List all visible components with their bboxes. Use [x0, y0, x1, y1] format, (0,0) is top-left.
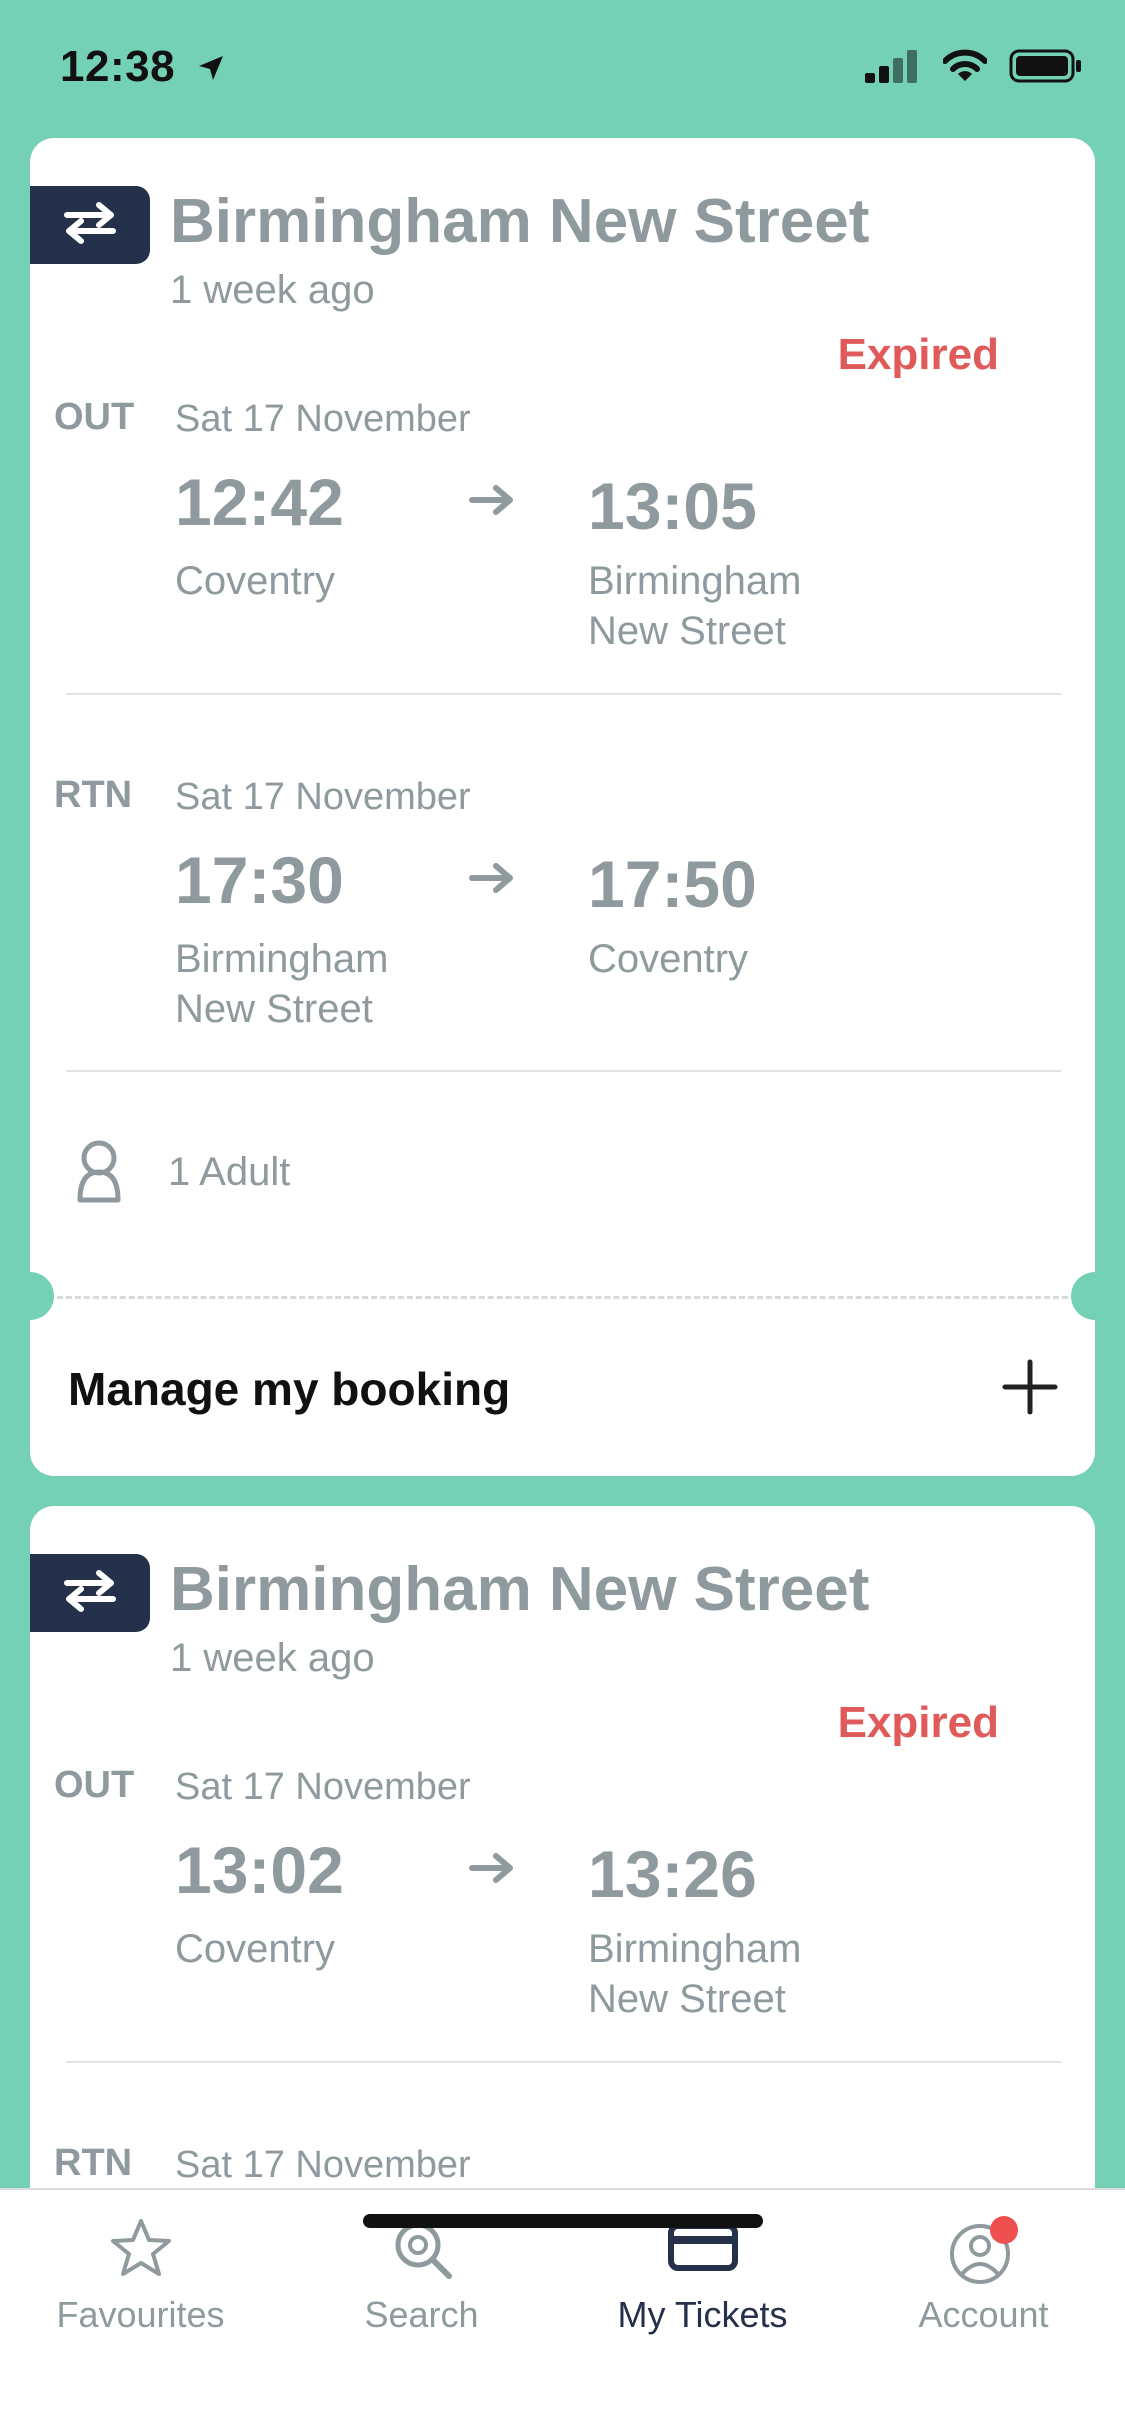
divider	[66, 2061, 1061, 2063]
arrival-time: 17:50	[588, 847, 757, 921]
leg-date: Sat 17 November	[175, 398, 471, 440]
ticket-destination: Birmingham New Street	[170, 187, 870, 256]
arrival-station: Birmingham New Street	[588, 559, 802, 653]
journey-leg-out: OUT Sat 17 November 12:42 13:05 Coventry…	[30, 396, 1095, 696]
leg-label: OUT	[54, 1764, 135, 1806]
tab-label: Favourites	[56, 2294, 225, 2335]
divider	[66, 1070, 1061, 1072]
leg-label: RTN	[54, 2142, 133, 2184]
leg-label: OUT	[54, 396, 135, 438]
notification-badge	[989, 2216, 1018, 2244]
home-indicator	[363, 2214, 763, 2228]
ticket-age: 1 week ago	[170, 1636, 375, 1680]
tab-account[interactable]: Account	[843, 2190, 1124, 2360]
manage-booking-button[interactable]: Manage my booking	[30, 1300, 1095, 1476]
arrival-time: 13:05	[588, 469, 757, 543]
location-arrow-icon	[196, 44, 226, 94]
arrival-station: Birmingham New Street	[588, 1927, 802, 2021]
ticket-age: 1 week ago	[170, 268, 375, 312]
leg-label: RTN	[54, 774, 133, 816]
ticket-card[interactable]: Birmingham New Street 1 week ago Expired…	[30, 1506, 1095, 2188]
manage-booking-label: Manage my booking	[68, 1363, 511, 1415]
arrow-right-icon	[468, 860, 516, 901]
journey-leg-return: RTN Sat 17 November	[30, 2142, 1095, 2188]
status-icons	[865, 48, 1083, 89]
battery-icon	[1009, 48, 1083, 89]
arrival-station: Coventry	[588, 937, 749, 981]
ticket-destination: Birmingham New Street	[170, 1555, 870, 1624]
arrow-right-icon	[468, 482, 516, 523]
clock: 12:38	[60, 42, 176, 91]
return-ticket-tag	[30, 186, 150, 264]
passenger-count: 1 Adult	[168, 1150, 291, 1194]
swap-arrows-icon	[61, 201, 119, 250]
tab-label: Search	[364, 2294, 479, 2335]
wifi-icon	[942, 49, 988, 88]
plus-icon[interactable]	[1001, 1358, 1059, 1421]
ticket-card[interactable]: Birmingham New Street 1 week ago Expired…	[30, 138, 1095, 1476]
leg-date: Sat 17 November	[175, 1766, 471, 1808]
leg-date: Sat 17 November	[175, 776, 471, 818]
account-icon	[948, 2216, 1020, 2293]
departure-time: 17:30	[175, 843, 344, 917]
tab-label: My Tickets	[617, 2294, 788, 2335]
departure-time: 13:02	[175, 1833, 344, 1907]
cellular-signal-icon	[865, 49, 921, 88]
swap-arrows-icon	[61, 1569, 119, 1618]
departure-station: Coventry	[175, 559, 336, 603]
arrow-right-icon	[468, 1850, 516, 1891]
return-ticket-tag	[30, 1554, 150, 1632]
journey-leg-return: RTN Sat 17 November 17:30 17:50 Birmingh…	[30, 774, 1095, 1074]
ticket-status: Expired	[837, 1698, 999, 1747]
departure-time: 12:42	[175, 465, 344, 539]
tear-line	[30, 1296, 1095, 1299]
tab-favourites[interactable]: Favourites	[0, 2190, 281, 2360]
departure-station: Coventry	[175, 1927, 336, 1971]
star-icon	[108, 2216, 174, 2287]
divider	[66, 693, 1061, 695]
arrival-time: 13:26	[588, 1837, 757, 1911]
leg-date: Sat 17 November	[175, 2144, 471, 2186]
passenger-icon	[72, 1138, 126, 1213]
tab-label: Account	[918, 2294, 1049, 2335]
status-bar: 12:38	[0, 0, 1125, 135]
status-time: 12:38	[60, 42, 226, 94]
journey-leg-out: OUT Sat 17 November 13:02 13:26 Coventry…	[30, 1764, 1095, 2064]
ticket-status: Expired	[837, 330, 999, 379]
ticket-list[interactable]: Birmingham New Street 1 week ago Expired…	[30, 138, 1095, 2188]
departure-station: Birmingham New Street	[175, 937, 389, 1031]
